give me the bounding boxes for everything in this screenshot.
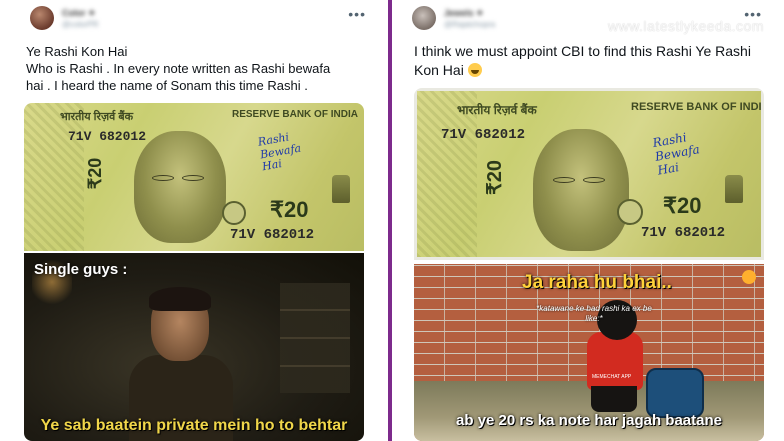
more-horizontal-icon[interactable]: ••• — [348, 6, 366, 22]
ashoka-emblem — [332, 175, 350, 203]
tears-of-joy-emoji — [467, 63, 482, 77]
note-seal — [617, 199, 643, 225]
tweet-media[interactable]: भारतीय रिज़र्व बैंक RESERVE BANK OF INDI… — [414, 88, 764, 441]
tweet-text-line: Ye Rashi Kon Hai — [26, 44, 128, 59]
note-serial-top: 71V 682012 — [68, 129, 147, 144]
tweet-text-body: I think we must appoint CBI to find this… — [414, 43, 751, 78]
portrait — [134, 131, 226, 243]
meme-title: Ja raha hu bhai.. — [522, 272, 672, 293]
tweet-header: Color ✦ @colorPR ••• — [0, 0, 388, 36]
meme-top-caption: Single guys : — [34, 261, 128, 278]
glasses — [583, 177, 605, 183]
pointing-hand-icon — [742, 270, 756, 284]
note-side-value: ₹20 — [483, 160, 506, 195]
glasses — [553, 177, 575, 183]
banknote-image: भारतीय रिज़र्व बैंक RESERVE BANK OF INDI… — [414, 88, 764, 260]
note-hindi-header: भारतीय रिज़र्व बैंक — [60, 111, 134, 123]
user-handle: @colorPR — [62, 20, 99, 29]
tweet-media[interactable]: भारतीय रिज़र्व बैंक RESERVE BANK OF INDI… — [24, 103, 364, 441]
banknote-image: भारतीय रिज़र्व बैंक RESERVE BANK OF INDI… — [24, 103, 364, 251]
shelf — [280, 283, 350, 393]
note-english-header: RESERVE BANK OF INDIA — [631, 101, 764, 113]
note-side-value: ₹20 — [85, 157, 106, 190]
travel-bag — [646, 368, 704, 418]
meme-caption: ab ye 20 rs ka note har jagah baatane — [456, 412, 722, 429]
meme-subtitle: *katawane ke bad rashi ka ex be like:* — [536, 304, 652, 323]
avatar[interactable] — [412, 6, 436, 30]
tweet-text-line: Who is Rashi . In every note written as … — [26, 61, 331, 76]
ashoka-emblem — [725, 175, 743, 203]
note-denomination: ₹20 — [270, 197, 309, 222]
tweet-text-line: hai . I heard the name of Sonam this tim… — [26, 78, 308, 93]
note-serial-bottom: 71V 682012 — [641, 225, 726, 241]
chimp-legs — [591, 386, 637, 412]
user-name[interactable]: Color ✦ — [62, 8, 96, 19]
note-hindi-header: भारतीय रिज़र्व बैंक — [457, 103, 537, 117]
meme-image: Single guys : Ye sab baatein private mei… — [24, 253, 364, 441]
meme-bottom-caption: Ye sab baatein private mein ho to behtar — [40, 417, 348, 434]
glasses — [152, 175, 174, 181]
note-english-header: RESERVE BANK OF INDIA — [232, 109, 358, 120]
avatar[interactable] — [30, 6, 54, 30]
note-denomination: ₹20 — [663, 193, 702, 218]
tweet-text: I think we must appoint CBI to find this… — [414, 42, 769, 80]
user-handle: @Rajatchopra — [444, 20, 496, 29]
note-serial-top: 71V 682012 — [441, 127, 526, 143]
portrait — [533, 129, 629, 251]
glasses — [182, 175, 204, 181]
tweet-text: Ye Rashi Kon Hai Who is Rashi . In every… — [26, 43, 371, 94]
person-hair — [149, 287, 211, 311]
user-name[interactable]: Jewels ✦ — [444, 8, 484, 19]
chimp-shirt — [587, 332, 643, 390]
meme-image: Ja raha hu bhai.. *katawane ke bad rashi… — [414, 264, 764, 441]
note-serial-bottom: 71V 682012 — [230, 227, 315, 243]
watermark: www.latestlykeeda.com — [607, 18, 764, 34]
note-pattern — [24, 103, 84, 251]
handwritten-note: Rashi Bewafa Hai — [652, 129, 703, 178]
meme-brand: MEMECHAT APP — [592, 374, 632, 380]
tweet-header: Jewels ✦ @Rajatchopra ••• www.latestlyke… — [392, 0, 784, 36]
handwritten-note: Rashi Bewafa Hai — [257, 130, 304, 175]
note-seal — [222, 201, 246, 225]
